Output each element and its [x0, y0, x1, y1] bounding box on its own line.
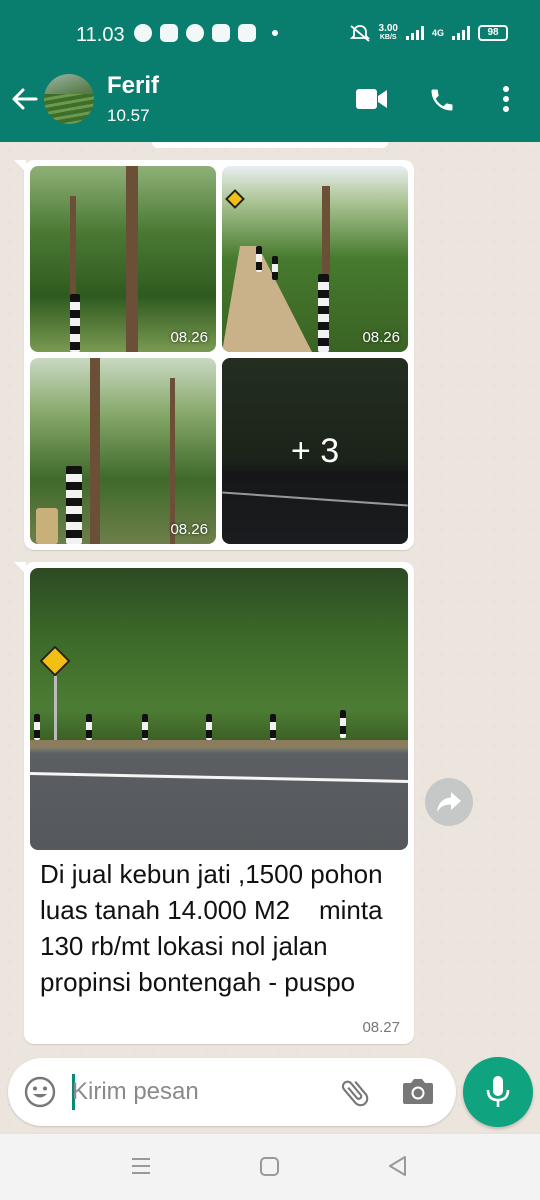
photo-thumbnail[interactable]: 08.26 — [222, 166, 408, 352]
message-composer — [8, 1058, 456, 1126]
forward-icon — [437, 792, 461, 812]
more-notifications-dot — [272, 30, 278, 36]
message-input[interactable] — [72, 1074, 322, 1110]
arrow-left-icon[interactable] — [10, 84, 40, 114]
photo-full[interactable] — [30, 568, 408, 850]
photo-thumbnail-more[interactable]: + 3 — [222, 358, 408, 544]
forward-button[interactable] — [425, 778, 473, 826]
battery-icon: 98 — [478, 25, 508, 41]
signal-icon — [405, 26, 424, 40]
net-speed: 3.00 KB/S — [378, 23, 398, 42]
network-type: 4G — [431, 28, 444, 38]
home-icon[interactable] — [259, 1156, 281, 1178]
photo-time: 08.26 — [362, 329, 400, 346]
more-photos-count[interactable]: + 3 — [222, 358, 408, 544]
back-icon[interactable] — [386, 1154, 408, 1178]
mute-icon — [349, 25, 370, 42]
message-time: 08.27 — [362, 1019, 400, 1036]
video-call-icon[interactable] — [356, 88, 388, 110]
avatar[interactable] — [44, 74, 94, 124]
notification-app-icon — [238, 24, 256, 42]
emoji-icon[interactable] — [24, 1076, 56, 1108]
photo-thumbnail[interactable]: 08.26 — [30, 358, 216, 544]
chat-area[interactable]: 08.26 08.26 08.26 + 3 Di jual kebun jati… — [0, 142, 540, 1132]
photo-caption-message[interactable]: Di jual kebun jati ,1500 pohon luas tana… — [14, 562, 414, 1044]
notification-icons — [134, 24, 278, 42]
system-nav-bar — [0, 1134, 540, 1200]
paperclip-icon[interactable] — [338, 1076, 372, 1110]
contact-name[interactable]: Ferif — [107, 72, 159, 100]
camera-icon[interactable] — [402, 1076, 434, 1106]
notification-app-icon — [212, 24, 230, 42]
voice-record-button[interactable] — [463, 1057, 533, 1127]
road-sign — [39, 645, 71, 677]
recent-apps-icon[interactable] — [130, 1156, 152, 1176]
status-time: 11.03 — [76, 24, 125, 46]
top-bar: 11.03 3.00 KB/S 4G 98 Ferif 10.57 — [0, 0, 540, 142]
mic-icon — [486, 1076, 510, 1107]
photo-time: 08.26 — [170, 521, 208, 538]
photo-group-message[interactable]: 08.26 08.26 08.26 + 3 — [14, 160, 414, 550]
contact-status: 10.57 — [107, 106, 150, 125]
more-vert-icon[interactable] — [498, 84, 514, 114]
phone-icon[interactable] — [428, 86, 456, 114]
notification-app-icon — [134, 24, 152, 42]
message-text: Di jual kebun jati ,1500 pohon luas tana… — [40, 859, 390, 997]
chat-header: Ferif 10.57 — [0, 70, 540, 142]
photo-thumbnail[interactable]: 08.26 — [30, 166, 216, 352]
notification-app-icon — [160, 24, 178, 42]
status-right: 3.00 KB/S 4G 98 — [349, 24, 508, 42]
signal-icon — [452, 26, 470, 40]
status-bar: 11.03 3.00 KB/S 4G 98 — [0, 0, 540, 70]
notification-app-icon — [186, 24, 204, 42]
previous-message-edge — [152, 142, 388, 148]
photo-time: 08.26 — [170, 329, 208, 346]
